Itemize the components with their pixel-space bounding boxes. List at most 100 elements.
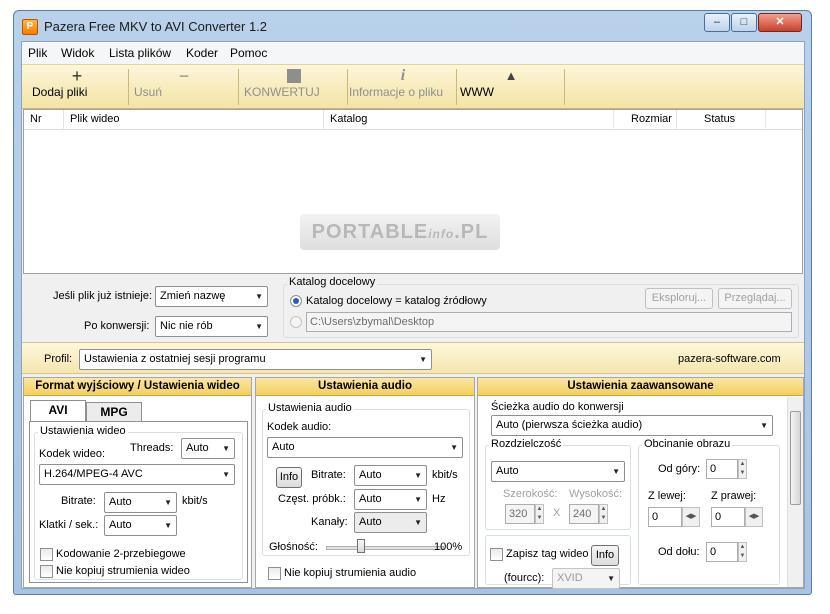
column-folder[interactable]: Katalog [330, 113, 367, 125]
audio-track-label: Ścieżka audio do konwersji [491, 401, 624, 413]
menu-plik[interactable]: Plik [28, 46, 47, 60]
menu-pomoc[interactable]: Pomoc [230, 46, 267, 60]
video-codec-label: Kodek wideo: [39, 448, 106, 460]
threads-select[interactable]: Auto ▼ [181, 438, 235, 459]
title-bar[interactable]: P Pazera Free MKV to AVI Converter 1.2 –… [14, 11, 811, 42]
video-settings-panel: Format wyjściowy / Ustawienia wideo MPG … [23, 377, 252, 588]
crop-right-spin-icon[interactable]: ◀▶ [745, 507, 763, 527]
crop-bottom-input[interactable]: 0 [706, 542, 738, 562]
volume-slider[interactable] [326, 546, 444, 550]
crop-bottom-spin-icon[interactable]: ▲ ▼ [738, 542, 747, 562]
volume-slider-thumb[interactable] [357, 539, 366, 553]
profile-bar: Profil: Ustawienia z ostatniej sesji pro… [22, 342, 804, 374]
resolution-select[interactable]: Auto ▼ [491, 461, 625, 482]
toolbar: + Dodaj pliki − Usuń KONWERTUJ i Informa… [22, 64, 804, 109]
crop-right-input[interactable]: 0 [711, 507, 745, 527]
file-info-button[interactable]: i Informacje o pliku [349, 65, 457, 109]
dropdown-arrow-icon: ▼ [164, 521, 172, 530]
custom-folder-path[interactable]: C:\Users\zbymal\Desktop [306, 312, 792, 332]
threads-label: Threads: [130, 442, 174, 454]
audio-codec-label: Kodek audio: [267, 421, 332, 433]
tab-avi[interactable]: AVI [30, 400, 86, 422]
profile-label: Profil: [44, 353, 73, 365]
video-bitrate-label: Bitrate: [61, 495, 96, 507]
menu-lista-plikow[interactable]: Lista plików [109, 46, 171, 60]
dropdown-arrow-icon: ▼ [255, 292, 263, 301]
remove-button[interactable]: − Usuń [134, 65, 234, 109]
add-files-button[interactable]: + Dodaj pliki [32, 65, 122, 109]
fourcc-label: (fourcc): [504, 572, 545, 584]
fourcc-select[interactable]: XVID ▼ [552, 568, 620, 589]
profile-select[interactable]: Ustawienia z ostatniej sesji programu ▼ [79, 349, 432, 370]
scrollbar-thumb[interactable] [790, 411, 801, 505]
audio-codec-select[interactable]: Auto ▼ [267, 437, 463, 458]
audio-bitrate-select[interactable]: Auto ▼ [354, 465, 427, 486]
toolbar-separator [238, 69, 239, 105]
column-nr[interactable]: Nr [30, 113, 42, 125]
browse-button[interactable]: Przeglądaj... [718, 288, 792, 309]
no-copy-video-checkbox[interactable] [40, 565, 53, 578]
maximize-button[interactable]: □ [731, 13, 757, 32]
resolution-x-separator: X [553, 507, 561, 519]
sample-rate-select[interactable]: Auto ▼ [354, 489, 427, 510]
menu-koder[interactable]: Koder [186, 46, 218, 60]
column-divider[interactable] [676, 110, 677, 130]
after-conversion-select[interactable]: Nic nie rób ▼ [155, 316, 268, 337]
dropdown-arrow-icon: ▼ [222, 470, 230, 479]
fps-label: Klatki / sek.: [39, 519, 99, 531]
height-input[interactable]: 240 [569, 504, 599, 524]
video-bitrate-select[interactable]: Auto ▼ [104, 492, 177, 513]
crop-top-spin-icon[interactable]: ▲ ▼ [738, 459, 747, 479]
fps-select[interactable]: Auto ▼ [104, 515, 177, 536]
tag-info-button[interactable]: Info [591, 545, 619, 566]
tab-mpg[interactable]: MPG [86, 402, 142, 422]
convert-button[interactable]: KONWERTUJ [244, 65, 344, 109]
two-pass-label[interactable]: Kodowanie 2-przebiegowe [56, 548, 186, 560]
client-area: Plik Widok Lista plików Koder Pomoc + Do… [21, 41, 805, 589]
no-copy-video-label[interactable]: Nie kopiuj strumienia wideo [56, 565, 190, 577]
column-status[interactable]: Status [704, 113, 735, 125]
column-video-file[interactable]: Plik wideo [70, 113, 120, 125]
target-folder-title: Katalog docelowy [287, 276, 378, 288]
channels-select[interactable]: Auto ▼ [354, 512, 427, 533]
crop-top-label: Od góry: [658, 463, 701, 475]
column-divider[interactable] [613, 110, 614, 130]
no-copy-audio-label[interactable]: Nie kopiuj strumienia audio [284, 567, 416, 579]
crop-left-label: Z lewej: [648, 490, 686, 502]
crop-left-spin-icon[interactable]: ◀▶ [682, 507, 700, 527]
video-codec-select[interactable]: H.264/MPEG-4 AVC ▼ [39, 464, 235, 485]
audio-info-button[interactable]: Info [276, 467, 302, 488]
height-spin-icon[interactable]: ▲ ▼ [599, 504, 608, 524]
crop-left-input[interactable]: 0 [648, 507, 682, 527]
two-pass-checkbox[interactable] [40, 548, 53, 561]
crop-bottom-label: Od dołu: [658, 546, 700, 558]
minimize-button[interactable]: – [704, 13, 730, 32]
column-divider[interactable] [765, 110, 766, 130]
column-size[interactable]: Rozmiar [631, 113, 672, 125]
menu-widok[interactable]: Widok [61, 46, 94, 60]
column-divider[interactable] [63, 110, 64, 130]
column-divider[interactable] [323, 110, 324, 130]
no-copy-audio-checkbox[interactable] [268, 567, 281, 580]
toolbar-separator [456, 69, 457, 105]
audio-group-title: Ustawienia audio [266, 402, 354, 414]
custom-folder-radio[interactable] [290, 316, 302, 328]
website-link[interactable]: pazera-software.com [678, 353, 781, 365]
if-exists-select[interactable]: Zmień nazwę ▼ [155, 286, 268, 307]
same-as-source-radio[interactable] [290, 295, 302, 307]
save-tag-label[interactable]: Zapisz tag wideo [506, 548, 589, 560]
explore-button[interactable]: Eksploruj... [645, 288, 713, 309]
file-list[interactable]: Nr Plik wideo Katalog Rozmiar Status POR… [23, 109, 803, 274]
advanced-scrollbar[interactable] [787, 397, 803, 587]
www-button[interactable]: ▲ WWW [460, 65, 562, 109]
sample-rate-label: Częst. próbk.: [278, 493, 346, 505]
dropdown-arrow-icon: ▼ [255, 322, 263, 331]
save-tag-checkbox[interactable] [490, 548, 503, 561]
width-spin-icon[interactable]: ▲ ▼ [535, 504, 544, 524]
audio-track-select[interactable]: Auto (pierwsza ścieżka audio) ▼ [491, 415, 773, 436]
same-as-source-label[interactable]: Katalog docelowy = katalog źródłowy [306, 295, 487, 307]
width-input[interactable]: 320 [505, 504, 535, 524]
close-button[interactable]: ✕ [758, 13, 802, 32]
video-tab-page: Ustawienia wideo Kodek wideo: Threads: A… [29, 421, 248, 583]
crop-top-input[interactable]: 0 [706, 459, 738, 479]
